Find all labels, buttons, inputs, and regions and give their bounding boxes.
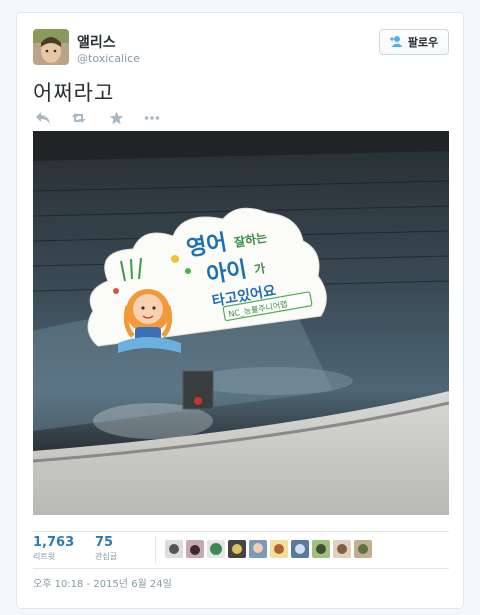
tweet-text: 어쩌라고 (33, 81, 115, 105)
retweets-count: 1,763 (33, 535, 75, 550)
follow-label: 팔로우 (407, 36, 439, 49)
favorites-stat[interactable]: 75 관심글 (95, 535, 117, 562)
author-display-name[interactable]: 앨리스 (77, 32, 116, 52)
retweet-icon[interactable] (71, 111, 89, 125)
follow-person-icon (389, 35, 404, 50)
tweet-photo[interactable]: 영어 잘하는 아이 가 타고있어요 NC_능률주니어랩 (33, 131, 449, 515)
favorite-icon[interactable] (109, 111, 124, 125)
favoriter-avatar[interactable] (165, 540, 183, 558)
reply-icon[interactable] (35, 111, 51, 125)
favoriter-avatars (165, 540, 372, 558)
favoriter-avatar[interactable] (186, 540, 204, 558)
author-handle[interactable]: @toxicalice (77, 52, 140, 65)
favoriter-avatar[interactable] (354, 540, 372, 558)
tweet-card: 앨리스 @toxicalice 팔로우 어쩌라고 영어 잘하는 아이 가 타고있… (16, 12, 464, 609)
more-icon[interactable] (144, 111, 160, 125)
tweet-timestamp[interactable]: 오후 10:18 - 2015년 6월 24일 (33, 575, 172, 590)
retweets-label: 리트윗 (33, 552, 56, 561)
favoriter-avatar[interactable] (312, 540, 330, 558)
favoriter-avatar[interactable] (270, 540, 288, 558)
retweets-stat[interactable]: 1,763 리트윗 (33, 535, 74, 562)
favoriter-avatar[interactable] (228, 540, 246, 558)
tweet-actions (35, 109, 160, 127)
avatar-image (33, 29, 69, 65)
favoriter-avatar[interactable] (207, 540, 225, 558)
favoriter-avatar[interactable] (249, 540, 267, 558)
follow-button[interactable]: 팔로우 (379, 29, 449, 55)
car-window-photo: 영어 잘하는 아이 가 타고있어요 NC_능률주니어랩 (33, 131, 449, 515)
author-avatar[interactable] (33, 29, 69, 65)
favorites-label: 관심글 (95, 552, 118, 561)
tweet-stats: 1,763 리트윗 75 관심글 (33, 531, 449, 569)
favorites-count: 75 (95, 535, 114, 550)
stats-divider (155, 536, 156, 564)
favoriter-avatar[interactable] (333, 540, 351, 558)
favoriter-avatar[interactable] (291, 540, 309, 558)
